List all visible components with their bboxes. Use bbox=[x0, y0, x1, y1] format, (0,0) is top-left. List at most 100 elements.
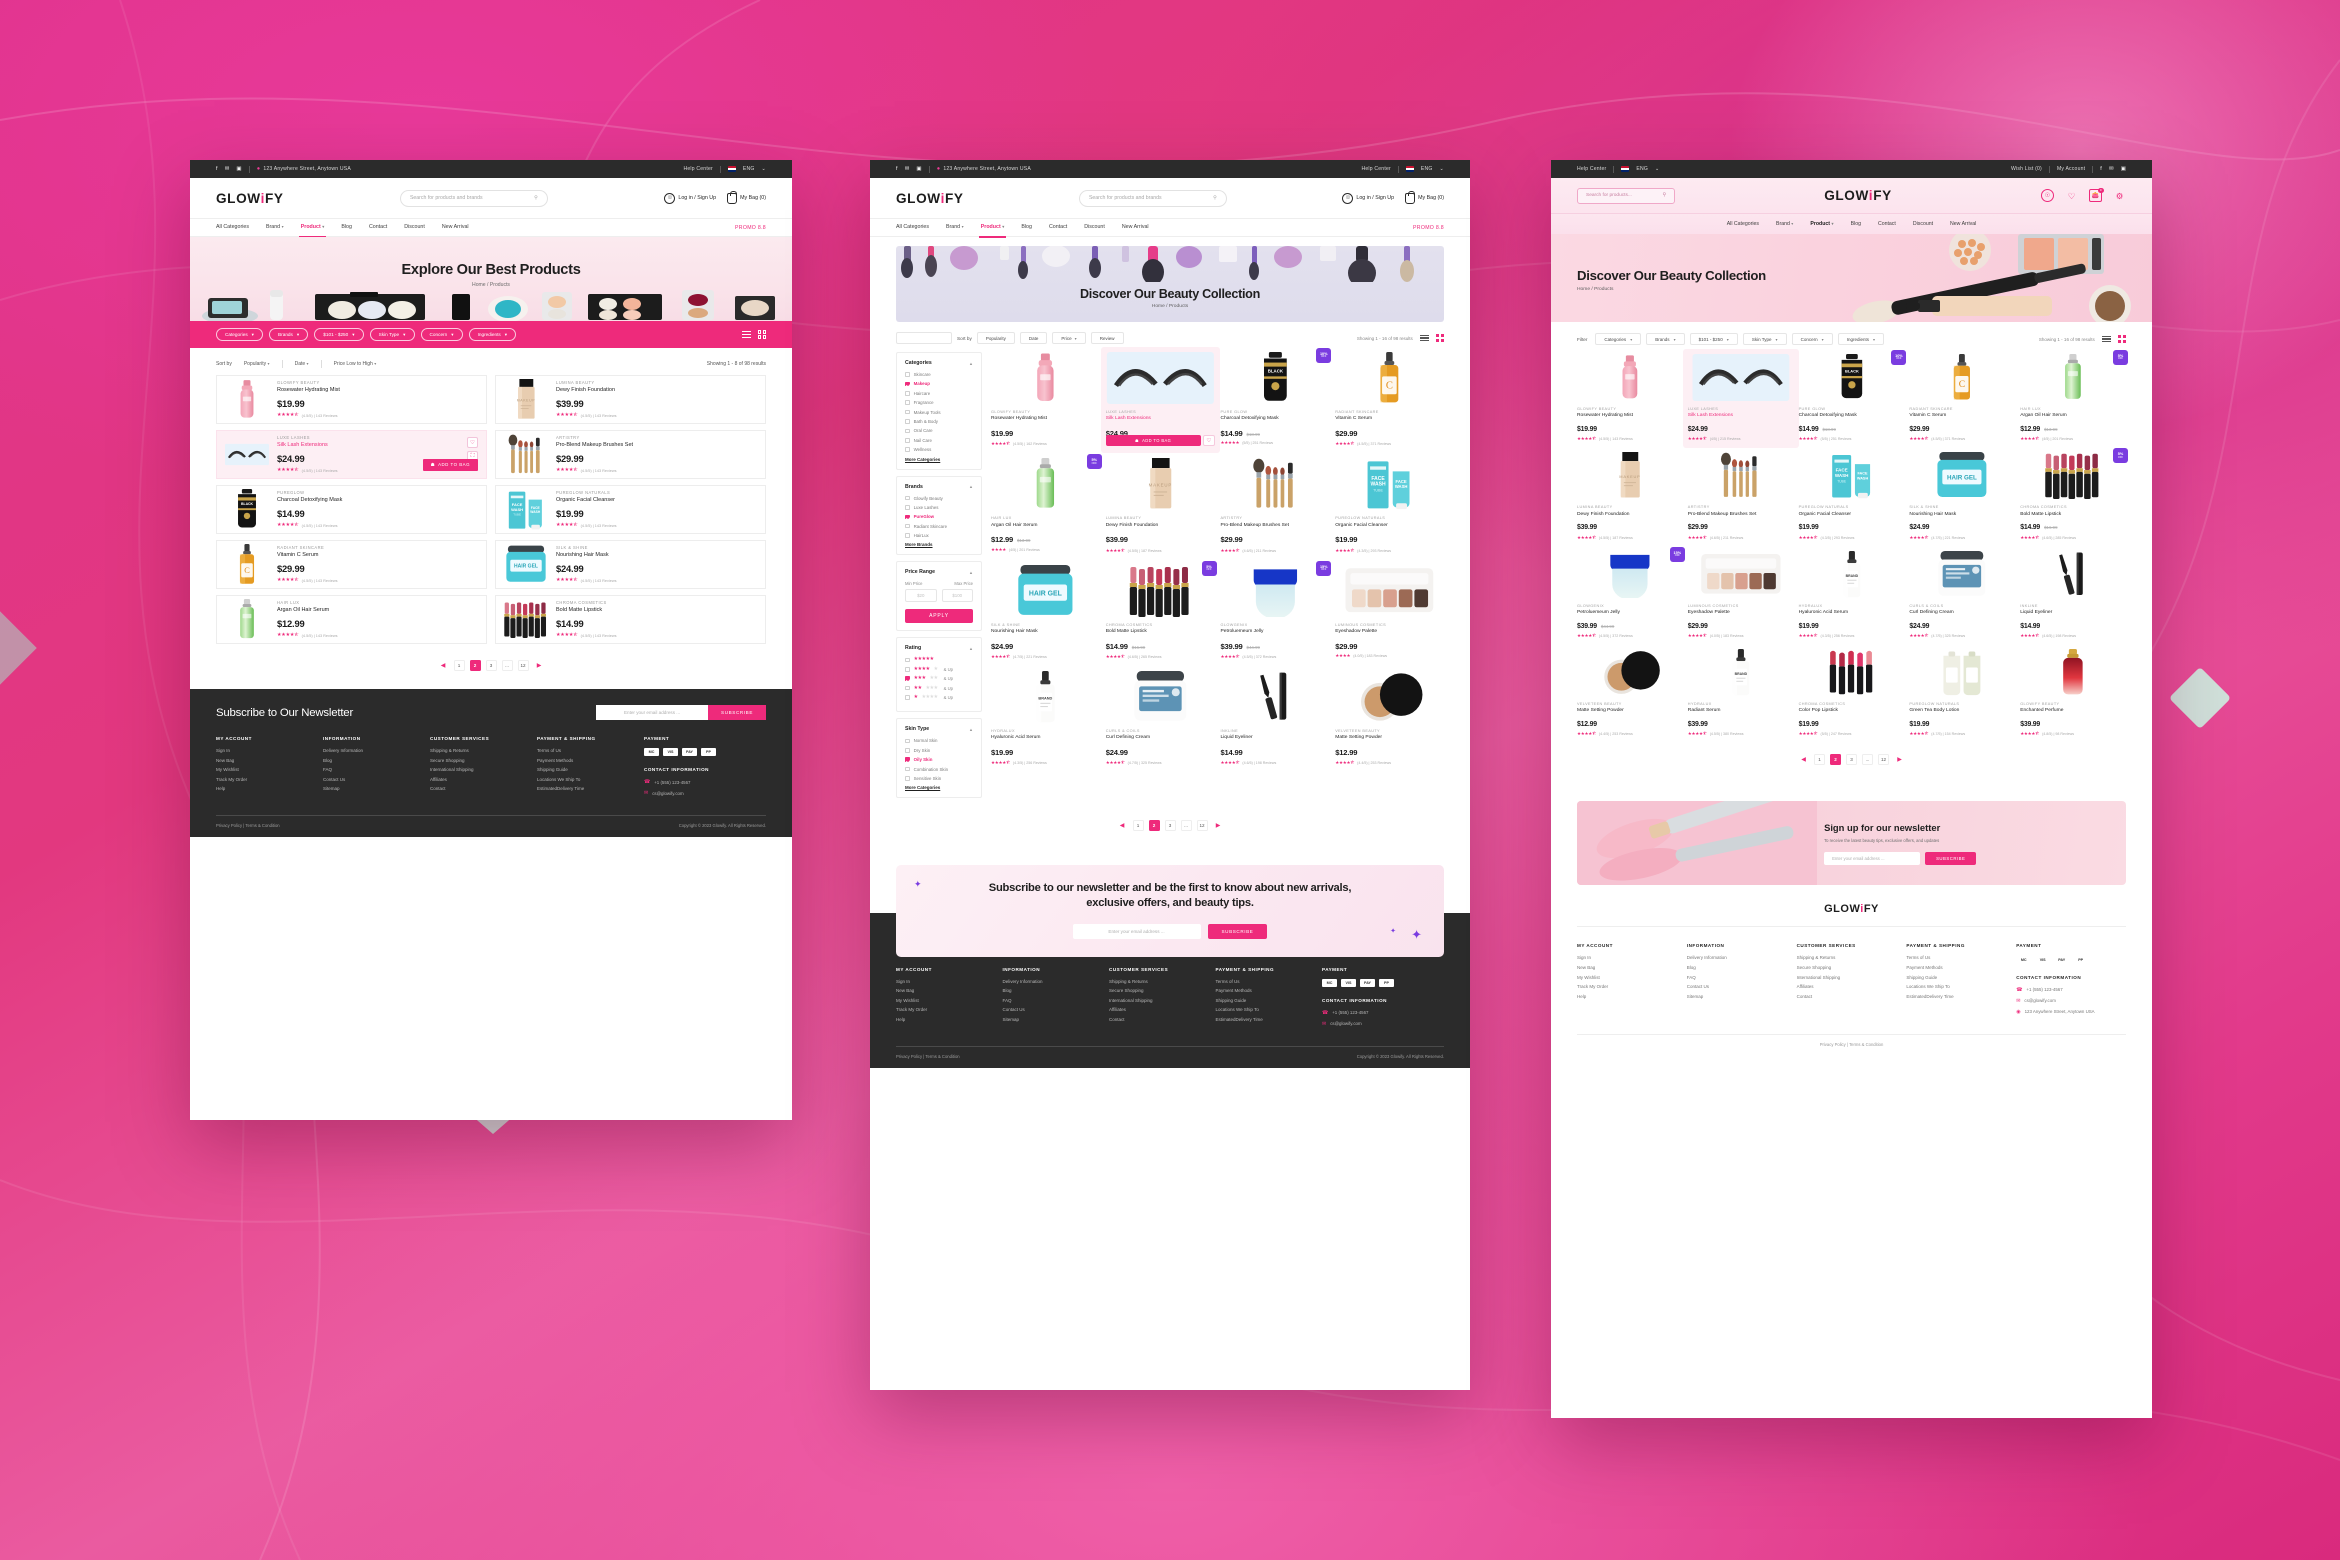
search-input[interactable]: Search for products and brands ⚲ bbox=[399, 189, 548, 207]
product-card[interactable]: 5% OFF HAIR LUX Argan Oil Hair Serum $12.… bbox=[2020, 350, 2128, 443]
newsletter-email-input[interactable]: Enter your email address ... bbox=[1072, 923, 1201, 939]
footer-link[interactable]: FAQ bbox=[323, 767, 430, 772]
bag-button[interactable]: My Bag (0) bbox=[727, 191, 766, 204]
product-list-item[interactable]: HAIR LUX Argan Oil Hair Serum $12.99 ★★★… bbox=[216, 595, 487, 644]
product-card[interactable]: 10% OFF BLACK PURE GLOW Charcoal Detoxify… bbox=[1799, 350, 1907, 443]
filter-chip-concern[interactable]: Concern ▾ bbox=[1791, 333, 1833, 345]
product-card[interactable]: CHROMA COSMETICS Color Pop Lipstick $19.… bbox=[1799, 649, 1905, 738]
login-button[interactable]: ☉ Log in / Sign Up bbox=[1342, 192, 1394, 204]
product-card[interactable]: 15% OFF GLOWGENIX Petroluemeum Jelly $39.… bbox=[1221, 560, 1332, 661]
footer-link[interactable]: Track My Order bbox=[1577, 984, 1687, 989]
nav-item-product[interactable]: Product ▾ bbox=[298, 224, 326, 238]
footer-logo[interactable]: GLOWiFY bbox=[1577, 903, 2126, 915]
product-card[interactable]: HAIR GEL SILK & SHINE Nourishing Hair Ma… bbox=[991, 564, 1100, 661]
wishlist-button[interactable]: ♡ bbox=[1203, 434, 1215, 447]
checkbox-icon[interactable] bbox=[905, 695, 910, 700]
email-address[interactable]: cs@glowify.com bbox=[2024, 998, 2055, 1003]
footer-link[interactable]: Shipping Guide bbox=[537, 767, 644, 772]
nav-item-new-arrival[interactable]: New Arrival bbox=[442, 224, 469, 231]
page-button[interactable]: 2 bbox=[469, 660, 481, 671]
rating-filter-row[interactable]: ★★★★★ bbox=[905, 657, 973, 662]
footer-link[interactable]: EstimatedDelivery Time bbox=[537, 786, 644, 791]
product-card[interactable]: LUXE LASHES Silk Lash Extensions $24.99 … bbox=[1682, 349, 1799, 449]
nav-item-discount[interactable]: Discount bbox=[404, 224, 425, 231]
nav-item-product[interactable]: Product ▾ bbox=[1810, 221, 1833, 227]
footer-link[interactable]: International Shipping bbox=[430, 767, 537, 772]
footer-link[interactable]: Help bbox=[1577, 994, 1687, 999]
checkbox-icon[interactable] bbox=[905, 437, 910, 443]
search-input[interactable]: Search for products... ⚲ bbox=[1577, 187, 1675, 204]
product-card[interactable]: CURLS & COILS Curl Defining Cream $24.99… bbox=[1106, 671, 1215, 767]
product-card[interactable]: CURLS & COILS Curl Defining Cream $24.99… bbox=[1909, 550, 2015, 640]
email-address[interactable]: cs@glowify.com bbox=[652, 791, 683, 796]
footer-link[interactable]: Locations We Ship To bbox=[1906, 984, 2016, 989]
page-button[interactable]: ... bbox=[1180, 820, 1192, 832]
checkbox-icon[interactable] bbox=[905, 419, 910, 424]
bag-button[interactable]: My Bag (0) bbox=[1405, 191, 1444, 204]
checkbox-icon[interactable] bbox=[905, 390, 910, 396]
sort-pill-date[interactable]: Date bbox=[1019, 332, 1048, 344]
filter-checkbox-row[interactable]: Sensitive Skin bbox=[905, 776, 973, 781]
product-list-item[interactable]: C RADIANT SKINCARE Vitamin C Serum $29.9… bbox=[216, 540, 487, 589]
page-button[interactable]: 1 bbox=[453, 660, 465, 671]
nav-item-product[interactable]: Product ▾ bbox=[978, 224, 1006, 238]
search-icon[interactable]: ⚲ bbox=[1213, 195, 1217, 201]
newsletter-subscribe-button[interactable]: SUBSCRIBE bbox=[708, 705, 766, 720]
footer-link[interactable]: Contact bbox=[430, 786, 537, 791]
promo-link[interactable]: PROMO 8.8 bbox=[735, 225, 766, 231]
checkbox-icon[interactable] bbox=[905, 428, 910, 434]
footer-link[interactable]: Terms of Us bbox=[537, 748, 644, 753]
filter-checkbox-row[interactable]: Haircare bbox=[905, 391, 973, 396]
footer-link[interactable]: Affiliates bbox=[430, 777, 537, 782]
privacy-links[interactable]: Privacy Policy | Terms & Condition bbox=[1577, 1033, 2126, 1057]
product-card[interactable]: ☗ ADD TO BAG ♡ LUXE LASHES Silk Lash Exte… bbox=[1100, 347, 1220, 454]
product-card[interactable]: GLOWIFY BEAUTY Rosewater Hydrating Mist … bbox=[991, 352, 1100, 448]
user-icon[interactable]: ☉ bbox=[2041, 189, 2054, 202]
footer-link[interactable]: Sign In bbox=[896, 979, 1003, 984]
footer-link[interactable]: Contact Us bbox=[1003, 1007, 1110, 1012]
logo[interactable]: GLOWiFY bbox=[1824, 188, 1892, 203]
footer-link[interactable]: Blog bbox=[1687, 965, 1797, 970]
product-list-item[interactable]: HAIR GEL SILK & SHINE Nourishing Hair Ma… bbox=[495, 540, 766, 589]
filter-checkbox-row[interactable]: Makeup bbox=[905, 381, 973, 386]
footer-link[interactable]: Shipping & Returns bbox=[430, 748, 537, 753]
help-center-link[interactable]: Help Center bbox=[1577, 166, 1606, 172]
footer-link[interactable]: Track My Order bbox=[216, 777, 323, 782]
product-card[interactable]: BRAND HYDRALUX Radiant Serum $39.99 ★★★★… bbox=[1688, 649, 1794, 738]
footer-link[interactable]: Terms of Us bbox=[1216, 979, 1323, 984]
account-link[interactable]: My Account bbox=[2057, 166, 2085, 172]
filter-checkbox-row[interactable]: Oral Care bbox=[905, 428, 973, 433]
checkbox-icon[interactable] bbox=[905, 400, 910, 405]
nav-item-contact[interactable]: Contact bbox=[1878, 221, 1896, 227]
product-card[interactable]: 10% OFF BLACK PURE GLOW Charcoal Detoxify… bbox=[1221, 348, 1332, 448]
newsletter-email-input[interactable]: Enter your email address ... bbox=[596, 705, 709, 720]
product-card[interactable]: BRAND HYDRALUX Hyaluronic Acid Serum $19… bbox=[991, 671, 1100, 767]
product-card[interactable]: ARTISTRY Pro-Blend Makeup Brushes Set $2… bbox=[1221, 458, 1330, 554]
page-button[interactable]: 1 bbox=[1132, 820, 1144, 832]
sort-option-popularity[interactable]: Popularity ▾ bbox=[244, 361, 270, 367]
newsletter-subscribe-button[interactable]: SUBSCRIBE bbox=[1207, 923, 1268, 939]
sort-option-date[interactable]: Date ▾ bbox=[295, 361, 309, 367]
product-card[interactable]: INKLINE Liquid Eyeliner $14.99 ★★★★⯪ (4.6… bbox=[1221, 671, 1330, 767]
bag-icon[interactable]: 👛 0 bbox=[2089, 187, 2104, 202]
footer-link[interactable]: Shipping & Returns bbox=[1797, 955, 1907, 960]
privacy-links[interactable]: Privacy Policy | Terms & Condition bbox=[896, 1054, 960, 1059]
email-address[interactable]: cs@glowify.com bbox=[1330, 1021, 1361, 1026]
filter-chip-brands[interactable]: Brands ▾ bbox=[1646, 333, 1685, 345]
footer-link[interactable]: Sign In bbox=[216, 748, 323, 753]
footer-link[interactable]: Shipping Guide bbox=[1216, 998, 1323, 1003]
collapse-icon[interactable]: ▲ bbox=[969, 570, 973, 575]
checkbox-icon[interactable] bbox=[905, 667, 910, 672]
checkbox-icon[interactable] bbox=[905, 766, 910, 772]
product-card[interactable]: VELVETEEN BEAUTY Matte Setting Powder $1… bbox=[1577, 649, 1683, 738]
nav-item-discount[interactable]: Discount bbox=[1084, 224, 1105, 231]
promo-link[interactable]: PROMO 8.8 bbox=[1413, 225, 1444, 231]
product-card[interactable]: FACE WASH TUBE FACE WASH PUREGLOW NATURALS O… bbox=[1799, 452, 1905, 541]
checkbox-icon[interactable] bbox=[905, 523, 910, 529]
instagram-icon[interactable]: ▣ bbox=[2121, 166, 2126, 172]
min-price-input[interactable]: $20 bbox=[905, 589, 937, 603]
language-selector[interactable]: ENG bbox=[1421, 166, 1433, 172]
instagram-icon[interactable]: ▣ bbox=[236, 166, 241, 172]
rating-filter-row[interactable]: ★★★★★ & Up bbox=[905, 676, 973, 681]
instagram-icon[interactable]: ▣ bbox=[916, 166, 921, 172]
